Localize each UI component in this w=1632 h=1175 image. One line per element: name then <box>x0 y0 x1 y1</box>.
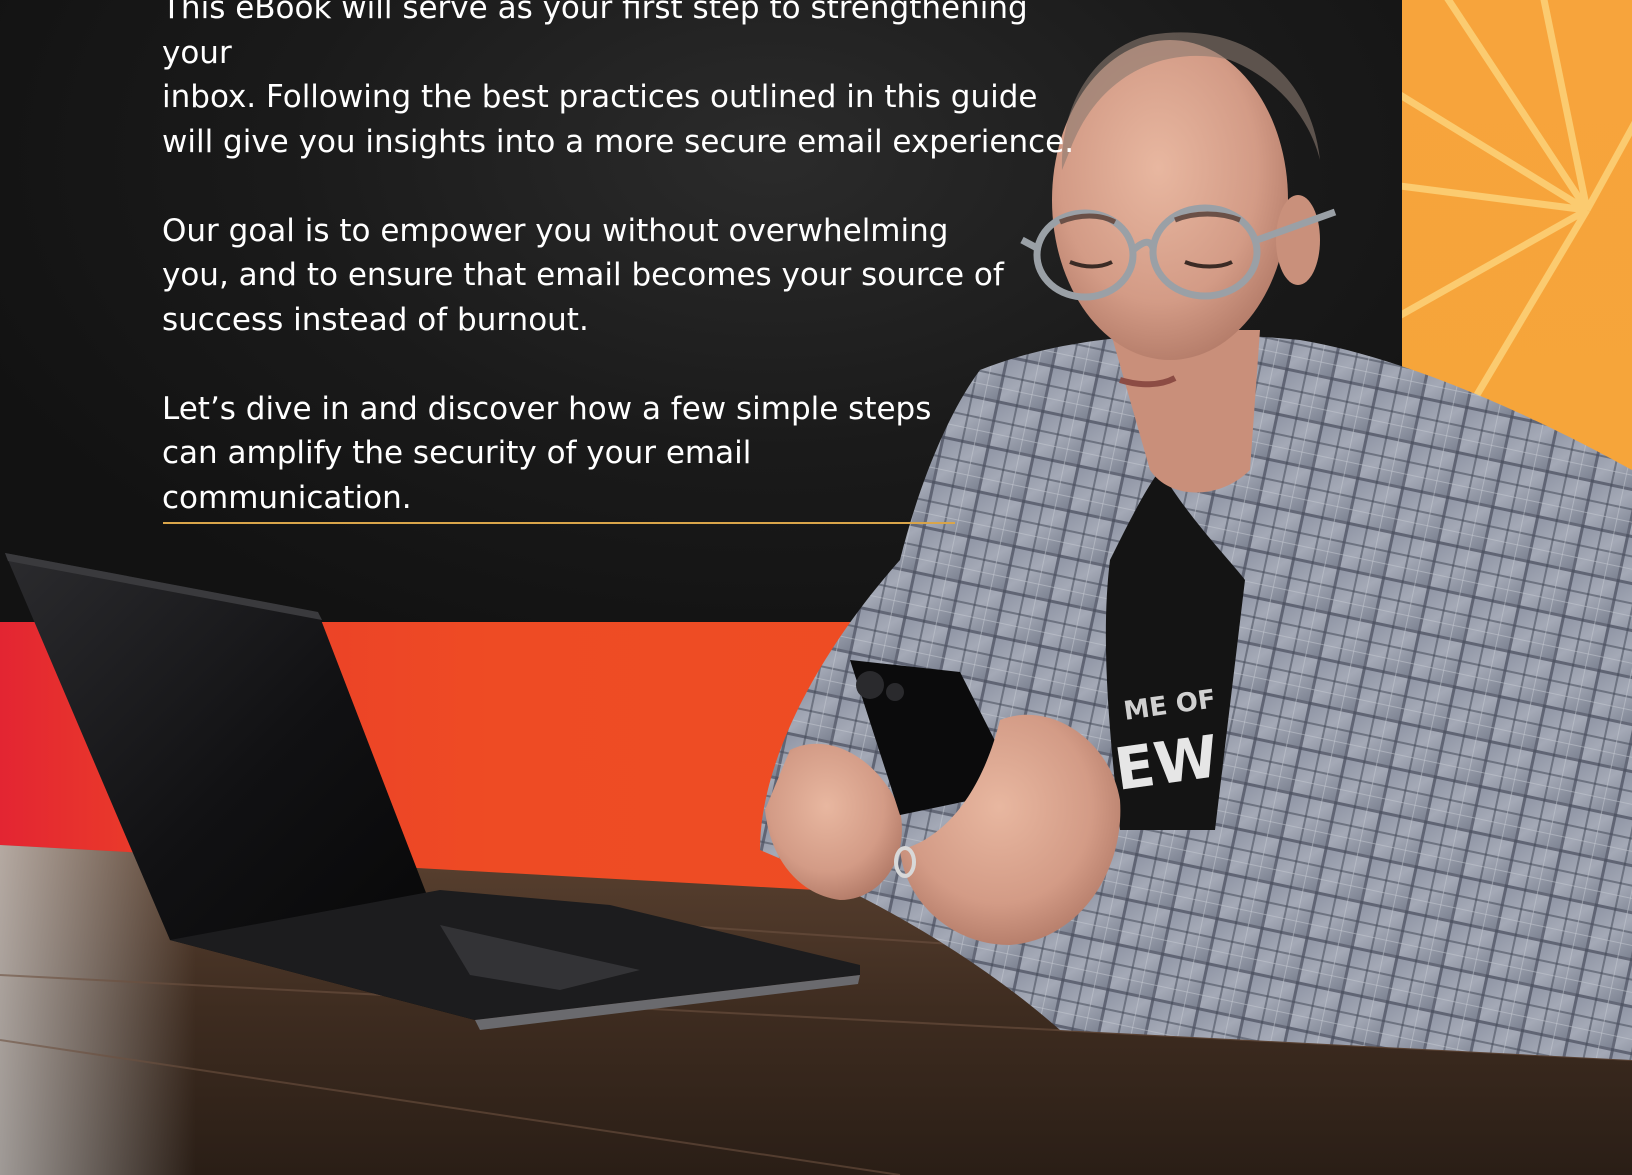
ebook-page: ME OF EW This eBook will serve as your f… <box>0 0 1632 1175</box>
gold-divider-line <box>163 522 955 524</box>
paragraph-3: Let’s dive in and discover how a few sim… <box>162 390 932 516</box>
paragraph-1: This eBook will serve as your first step… <box>162 0 1075 160</box>
paragraph-2: Our goal is to empower you without overw… <box>162 212 1004 338</box>
shirt-text-bottom: EW <box>1110 722 1222 804</box>
intro-text-block: This eBook will serve as your first step… <box>162 0 1082 565</box>
